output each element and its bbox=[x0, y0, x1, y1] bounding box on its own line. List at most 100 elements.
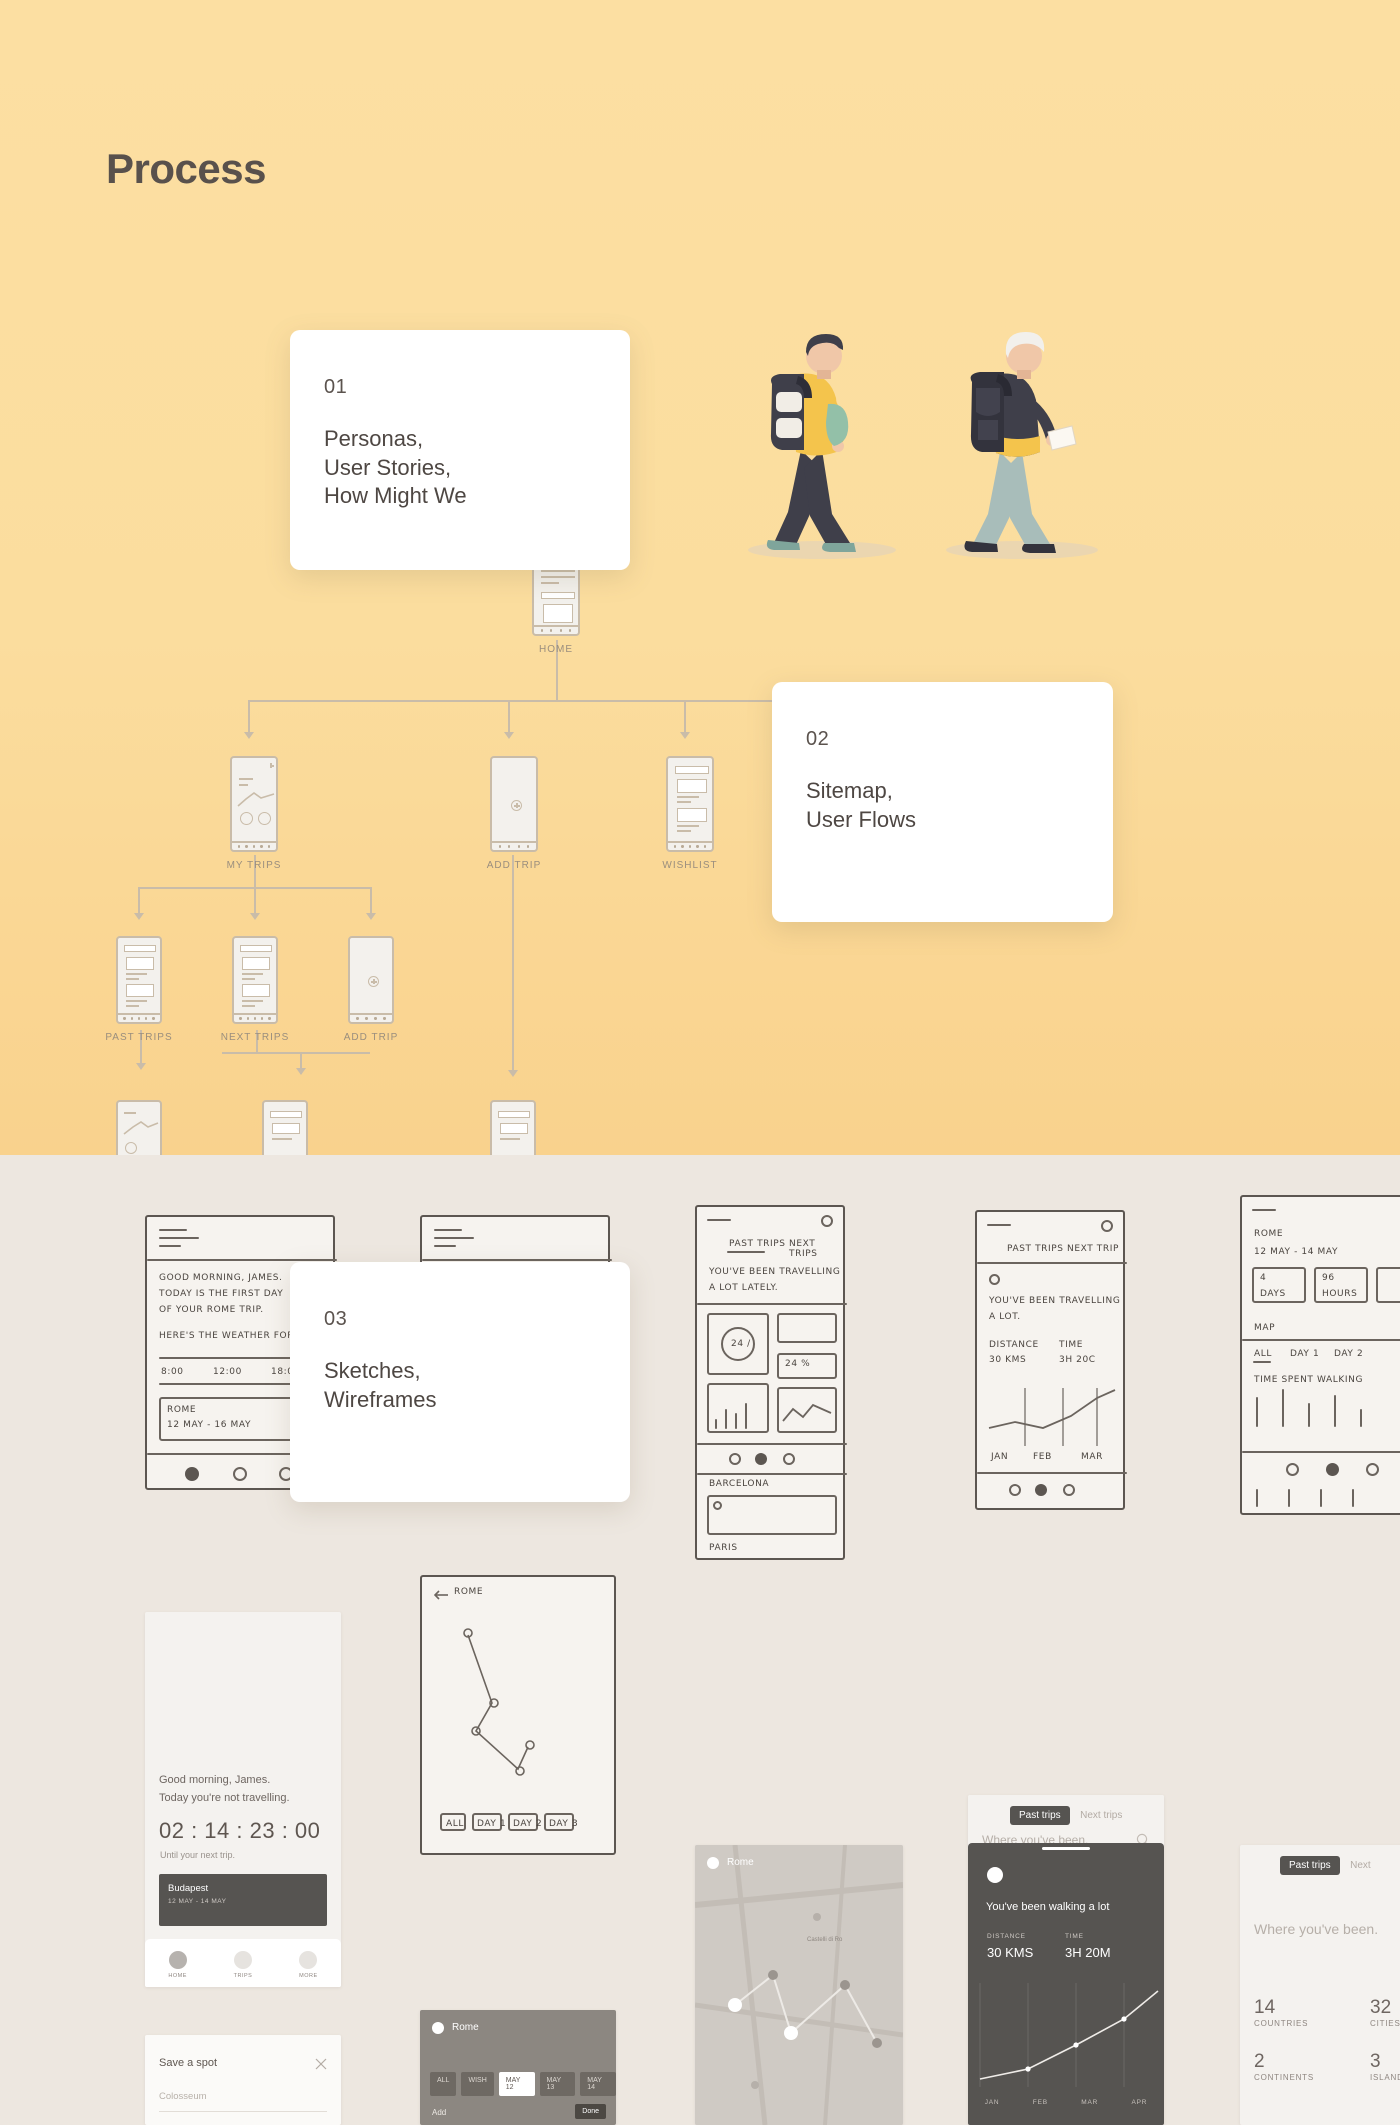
sketch-filter[interactable]: DAY 3 bbox=[549, 1819, 578, 1829]
sketch-box-value: 4 bbox=[1260, 1273, 1267, 1283]
sketch-rome-map: ROME ALL DAY 1 DAY 2 DAY 3 bbox=[420, 1575, 616, 1855]
sketch-heading: YOU'VE BEEN TRAVELLING bbox=[989, 1296, 1121, 1306]
chart-glyph bbox=[237, 792, 275, 807]
axis-apr: APR bbox=[1131, 2099, 1148, 2106]
sketch-dates: 12 MAY - 14 MAY bbox=[1254, 1247, 1339, 1257]
arrow-icon bbox=[508, 1070, 518, 1077]
node-label: PAST TRIPS bbox=[105, 1032, 173, 1043]
connector bbox=[508, 700, 510, 736]
card-line: Personas, bbox=[324, 426, 424, 451]
trip-city: Budapest bbox=[168, 1883, 209, 1894]
mockup-been: Past trips Next Where you've been. 14 CO… bbox=[1240, 1845, 1400, 2125]
stat-value: 32 bbox=[1370, 1997, 1392, 2018]
sketch-filter[interactable]: DAY 1 bbox=[477, 1819, 506, 1829]
sitemap-node-past-trips[interactable]: PAST TRIPS bbox=[105, 936, 172, 1043]
sketch-axis: JAN bbox=[991, 1452, 1009, 1462]
sketch-filter[interactable]: ALL bbox=[1254, 1349, 1272, 1359]
stat-value: 2 bbox=[1254, 2051, 1265, 2072]
sketch-filter[interactable]: ALL bbox=[446, 1819, 464, 1829]
tab-next-trips[interactable]: Next trips bbox=[1074, 1806, 1128, 1825]
sitemap-node-wishlist[interactable]: WISHLIST bbox=[662, 756, 717, 871]
tab-past-trips[interactable]: Past trips bbox=[1010, 1806, 1070, 1825]
sketch-title: ROME bbox=[1254, 1229, 1284, 1239]
sitemap-node-my-trips[interactable]: MY TRIPS bbox=[227, 756, 280, 871]
nav-label: MORE bbox=[299, 1973, 318, 1979]
sketch-tab[interactable]: NEXT TRIPS bbox=[789, 1239, 843, 1259]
sketch-heading: A LOT. bbox=[989, 1312, 1021, 1322]
nav-label: HOME bbox=[168, 1973, 187, 1979]
connector bbox=[222, 1052, 370, 1054]
connector bbox=[512, 855, 514, 1075]
phone-wireframe bbox=[348, 936, 394, 1024]
sketch-title: ROME bbox=[454, 1587, 484, 1597]
sketch-tab[interactable]: PAST TRIPS bbox=[1007, 1244, 1064, 1254]
mockup-home: Good morning, James. Today you're not tr… bbox=[145, 1612, 341, 1987]
stat-label: CITIES bbox=[1370, 2019, 1400, 2028]
node-label: NEXT TRIPS bbox=[220, 1032, 290, 1043]
nav-item-more[interactable]: MORE bbox=[299, 1951, 318, 1979]
sketch-trip-title: ROME bbox=[167, 1405, 197, 1415]
sketch-chart bbox=[782, 1403, 832, 1422]
sketch-nav-dot bbox=[185, 1467, 199, 1481]
drag-handle[interactable] bbox=[1042, 1847, 1090, 1850]
process-card-03: 03 Sketches, Wireframes bbox=[290, 1262, 630, 1502]
save-spot-field[interactable]: Colosseum bbox=[159, 2091, 207, 2102]
phone-wireframe bbox=[490, 756, 538, 852]
field-underline bbox=[159, 2111, 327, 2112]
filter-wish[interactable]: WISH bbox=[461, 2072, 494, 2096]
node-label: WISHLIST bbox=[662, 860, 718, 871]
nav-item-trips[interactable]: TRIPS bbox=[234, 1951, 253, 1979]
sketch-line: GOOD MORNING, JAMES. bbox=[159, 1273, 283, 1283]
back-arrow-icon[interactable] bbox=[433, 1587, 448, 1605]
backpackers-svg bbox=[748, 332, 1098, 559]
sketch-filter[interactable]: DAY 1 bbox=[1290, 1349, 1319, 1359]
map-pin-icon bbox=[432, 2022, 444, 2034]
sketch-nav-dot bbox=[755, 1453, 767, 1465]
sketch-filter[interactable]: DAY 2 bbox=[1334, 1349, 1363, 1359]
axis-feb: FEB bbox=[1032, 2099, 1048, 2106]
tab-past-trips[interactable]: Past trips bbox=[1280, 1856, 1340, 1875]
nav-label: TRIPS bbox=[233, 1973, 253, 1979]
stat-continents: 2 CONTINENTS bbox=[1254, 2051, 1314, 2082]
sketch-box-value: 96 bbox=[1322, 1273, 1335, 1283]
sketch-map-label: MAP bbox=[1254, 1323, 1276, 1333]
stat-value-time: 3H 20M bbox=[1065, 1945, 1111, 1960]
filter-may-13[interactable]: MAY 13 bbox=[539, 2072, 576, 2096]
mockup-walking: Past trips Next trips Where you've been.… bbox=[968, 1795, 1164, 2125]
filter-all[interactable]: ALL bbox=[430, 2072, 457, 2096]
stat-label-distance: DISTANCE bbox=[987, 1933, 1026, 1940]
stat-countries: 14 COUNTRIES bbox=[1254, 1997, 1308, 2028]
sketch-box-label: DAYS bbox=[1260, 1289, 1286, 1299]
sitemap-node-add-trip[interactable]: ADD TRIP bbox=[487, 756, 540, 871]
sitemap-node-add-trip-2[interactable]: ADD TRIP bbox=[344, 936, 397, 1043]
been-heading: Where you've been. bbox=[1254, 1921, 1379, 1937]
node-label: ADD TRIP bbox=[486, 860, 542, 871]
card-line: How Might We bbox=[324, 483, 467, 509]
sketch-tab[interactable]: PAST TRIPS bbox=[729, 1239, 786, 1249]
stat-value: 14 bbox=[1254, 1997, 1276, 2018]
sitemap-node-next-trips[interactable]: NEXT TRIPS bbox=[221, 936, 288, 1043]
process-card-01: 01 Personas, User Stories, How Might We bbox=[290, 330, 630, 570]
stat-cities: 32 CITIES bbox=[1370, 1997, 1400, 2028]
travellers-illustration bbox=[700, 300, 1180, 570]
sketch-line: HERE'S THE WEATHER FOR... bbox=[159, 1331, 305, 1341]
axis-jan: JAN bbox=[984, 2099, 1000, 2106]
sketch-stat-value: 3H 20C bbox=[1059, 1355, 1096, 1365]
nav-item-home[interactable]: HOME bbox=[168, 1951, 187, 1979]
tab-next[interactable]: Next bbox=[1344, 1856, 1377, 1875]
filter-may-12[interactable]: MAY 12 bbox=[498, 2072, 535, 2096]
card-number: 01 bbox=[324, 376, 348, 398]
card-line: User Stories, bbox=[324, 454, 452, 480]
card-number: 03 bbox=[324, 1308, 348, 1330]
filter-may-14[interactable]: MAY 14 bbox=[580, 2072, 616, 2096]
sketch-stat: 24 / bbox=[731, 1339, 751, 1349]
close-icon[interactable] bbox=[315, 2057, 327, 2070]
arrow-icon bbox=[244, 732, 254, 739]
sketch-filter[interactable]: DAY 2 bbox=[513, 1819, 542, 1829]
stat-label: CONTINENTS bbox=[1254, 2073, 1314, 2082]
add-label[interactable]: Add bbox=[432, 2108, 446, 2117]
card-line: Wireframes bbox=[324, 1386, 437, 1412]
next-trip-card[interactable]: Budapest 12 MAY - 14 MAY bbox=[159, 1874, 327, 1926]
sketch-tab[interactable]: NEXT TRIP bbox=[1067, 1244, 1119, 1254]
done-button[interactable]: Done bbox=[575, 2104, 606, 2119]
